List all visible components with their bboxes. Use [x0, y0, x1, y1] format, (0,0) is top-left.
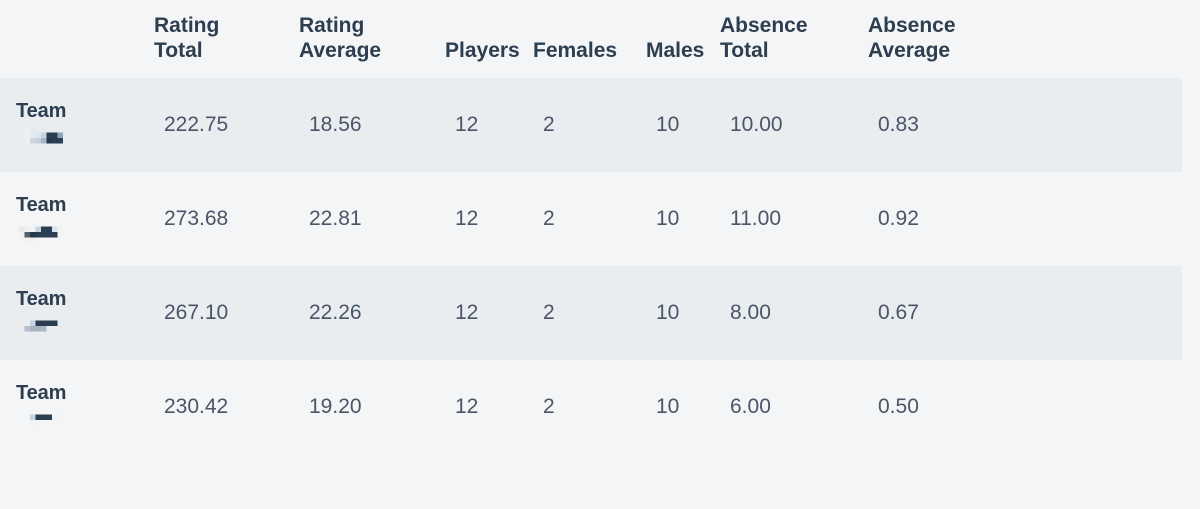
cell-team[interactable]: Team: [0, 78, 154, 172]
redacted-team-name: [19, 409, 85, 431]
table-row[interactable]: Team: [0, 172, 1182, 266]
cell-absence-average: 0.67: [868, 266, 1182, 360]
team-name-block: Team: [16, 101, 154, 149]
column-header-line2: Players: [445, 39, 520, 63]
team-label: Team: [16, 288, 67, 310]
column-header-absence-average[interactable]: Absence Average: [868, 0, 1182, 78]
cell-rating-average: 22.26: [299, 266, 445, 360]
column-header-players[interactable]: Players: [445, 0, 533, 78]
cell-rating-average: 18.56: [299, 78, 445, 172]
team-statistics-panel: Rating Total Rating Average Players Female…: [0, 0, 1200, 509]
column-header-females[interactable]: Females: [533, 0, 646, 78]
team-label: Team: [16, 100, 67, 122]
column-header-males[interactable]: Males: [646, 0, 720, 78]
redacted-team-name: [18, 127, 80, 149]
column-header-line1: Rating: [299, 13, 365, 37]
table-header: Rating Total Rating Average Players Female…: [0, 0, 1182, 78]
column-header-absence-total[interactable]: Absence Total: [720, 0, 868, 78]
cell-players: 12: [445, 172, 533, 266]
column-header-line2: Total: [154, 39, 203, 63]
column-header-rating-total[interactable]: Rating Total: [154, 0, 299, 78]
cell-team[interactable]: Team: [0, 266, 154, 360]
column-header-line2: Males: [646, 39, 705, 63]
column-header-team[interactable]: [0, 0, 154, 78]
cell-rating-total: 230.42: [154, 360, 299, 454]
column-header-line1: Absence: [720, 13, 808, 37]
team-name-block: Team: [16, 383, 154, 431]
team-name-block: Team: [16, 289, 154, 337]
cell-females: 2: [533, 266, 646, 360]
team-label: Team: [16, 382, 67, 404]
column-header-line2: Average: [299, 39, 382, 63]
cell-absence-average: 0.83: [868, 78, 1182, 172]
cell-players: 12: [445, 78, 533, 172]
team-name-block: Team: [16, 195, 154, 243]
team-statistics-table: Rating Total Rating Average Players Female…: [0, 0, 1182, 454]
cell-absence-total: 6.00: [720, 360, 868, 454]
cell-rating-total: 273.68: [154, 172, 299, 266]
cell-females: 2: [533, 78, 646, 172]
cell-rating-total: 267.10: [154, 266, 299, 360]
redacted-team-name: [19, 315, 85, 337]
column-header-line2: Females: [533, 39, 618, 63]
table-header-row: Rating Total Rating Average Players Female…: [0, 0, 1182, 78]
table-row[interactable]: Team: [0, 266, 1182, 360]
cell-players: 12: [445, 266, 533, 360]
column-header-line2: Total: [720, 39, 769, 63]
cell-absence-total: 11.00: [720, 172, 868, 266]
cell-males: 10: [646, 172, 720, 266]
column-header-line1: Rating: [154, 13, 220, 37]
cell-absence-total: 10.00: [720, 78, 868, 172]
cell-absence-average: 0.50: [868, 360, 1182, 454]
cell-males: 10: [646, 360, 720, 454]
cell-rating-total: 222.75: [154, 78, 299, 172]
table-row[interactable]: Team: [0, 78, 1182, 172]
cell-males: 10: [646, 266, 720, 360]
column-header-line2: Average: [868, 39, 951, 63]
cell-rating-average: 19.20: [299, 360, 445, 454]
redacted-team-name: [19, 221, 85, 243]
cell-females: 2: [533, 172, 646, 266]
cell-absence-total: 8.00: [720, 266, 868, 360]
cell-team[interactable]: Team: [0, 172, 154, 266]
cell-team[interactable]: Team: [0, 360, 154, 454]
column-header-rating-average[interactable]: Rating Average: [299, 0, 445, 78]
team-label: Team: [16, 194, 67, 216]
cell-rating-average: 22.81: [299, 172, 445, 266]
cell-females: 2: [533, 360, 646, 454]
table-body: Team 222.75 18.56 12 2 10 10.00 0.83 Tea…: [0, 78, 1182, 454]
cell-males: 10: [646, 78, 720, 172]
table-row[interactable]: Team: [0, 360, 1182, 454]
cell-players: 12: [445, 360, 533, 454]
column-header-line1: Absence: [868, 13, 956, 37]
cell-absence-average: 0.92: [868, 172, 1182, 266]
